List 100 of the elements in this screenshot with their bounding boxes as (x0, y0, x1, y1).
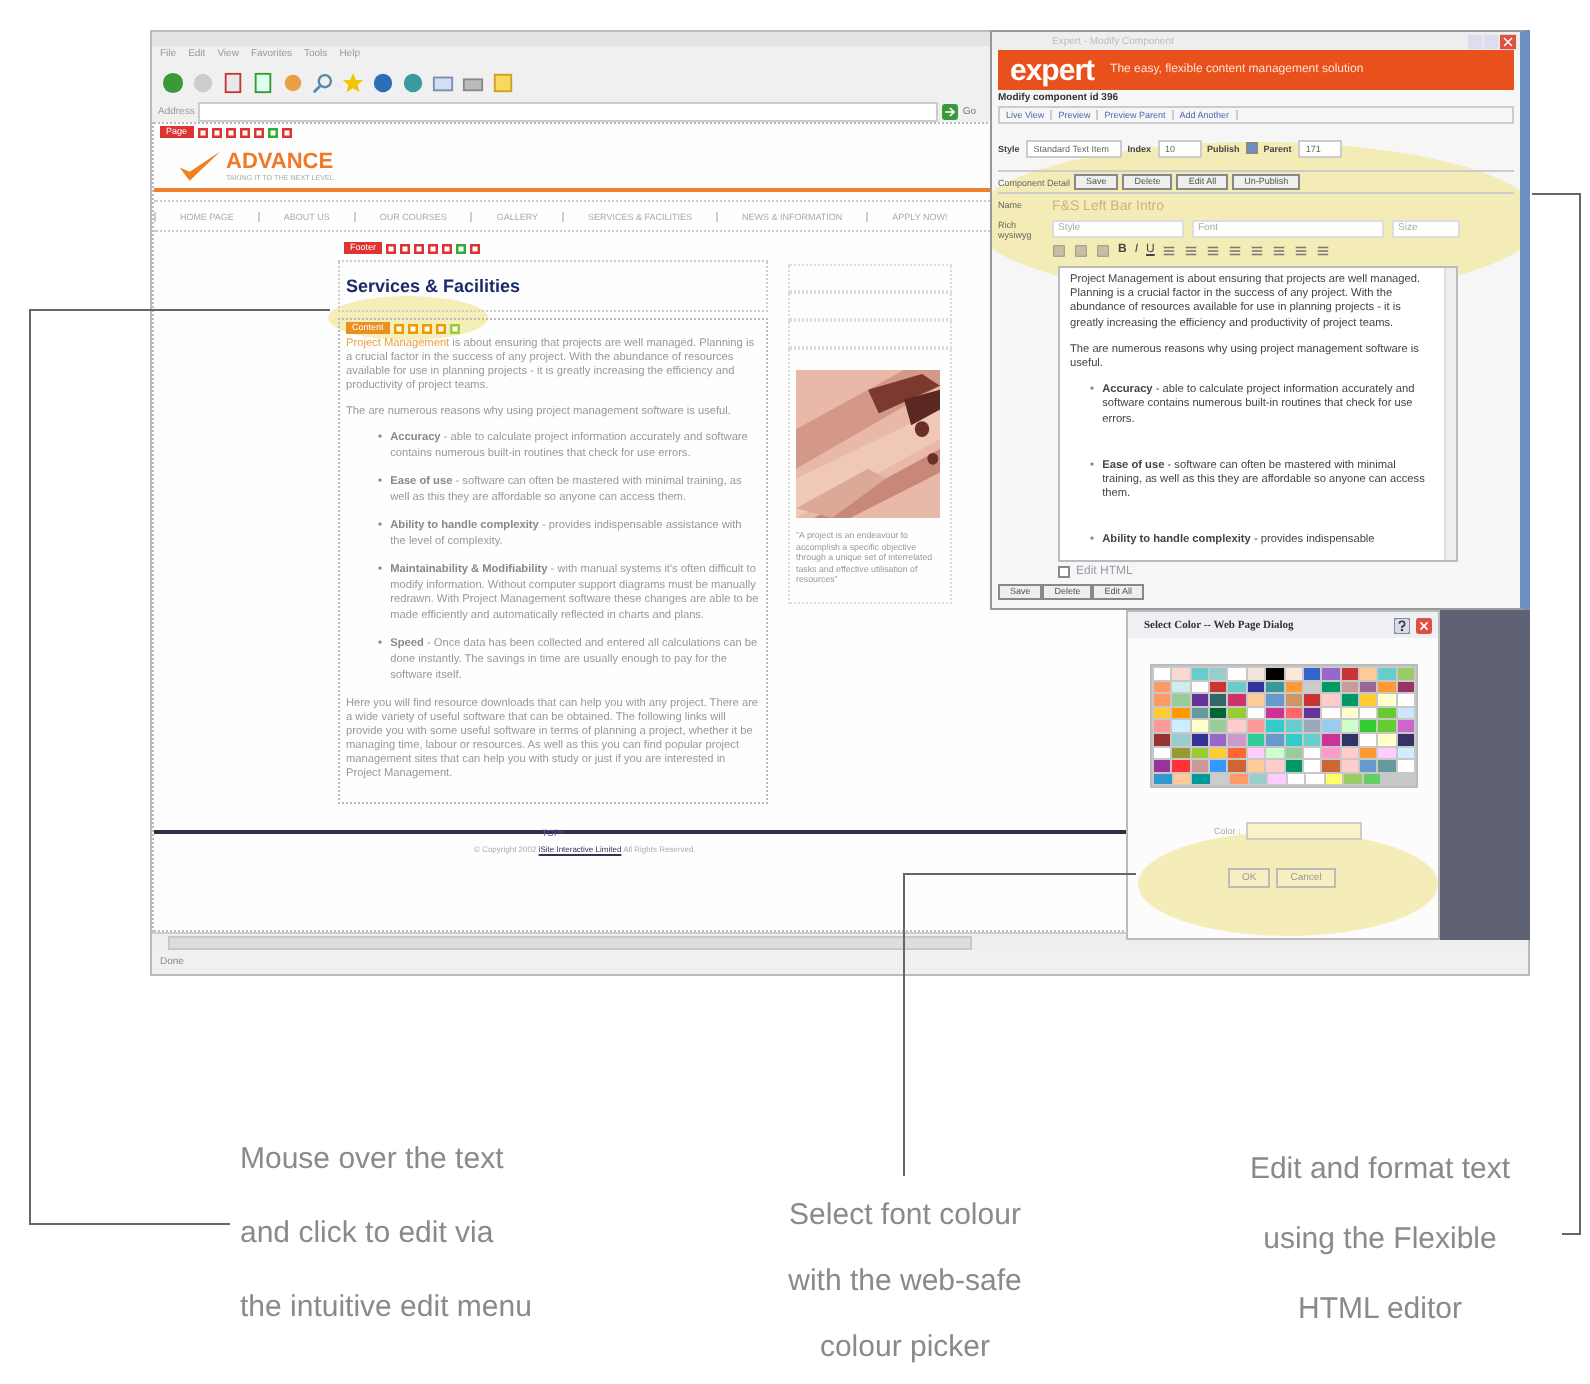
color-swatch[interactable] (1154, 773, 1171, 785)
edit-tool-icon[interactable] (470, 243, 481, 253)
color-swatch[interactable] (1397, 720, 1415, 732)
color-swatch[interactable] (1397, 681, 1415, 693)
color-swatch[interactable] (1154, 707, 1171, 719)
color-swatch[interactable] (1322, 760, 1340, 772)
color-swatch[interactable] (1172, 668, 1190, 680)
color-swatch[interactable] (1359, 733, 1377, 746)
edit-tool-icon[interactable] (225, 127, 236, 137)
color-swatch[interactable] (1266, 720, 1284, 732)
window-controls-icon[interactable] (1468, 33, 1516, 49)
edit-tool-icon[interactable] (253, 127, 264, 137)
color-field[interactable] (1246, 822, 1363, 841)
color-swatch[interactable] (1173, 773, 1190, 785)
color-swatch[interactable] (1287, 773, 1304, 785)
toolbar-icon[interactable] (1250, 244, 1265, 258)
edit-tool-icon[interactable] (414, 243, 425, 253)
color-swatch[interactable] (1266, 694, 1284, 706)
toolbar-icon[interactable] (1272, 244, 1287, 258)
color-swatch[interactable] (1341, 760, 1358, 772)
edit-tool-icon[interactable] (239, 127, 250, 137)
color-swatch[interactable] (1322, 707, 1340, 719)
color-swatch[interactable] (1359, 747, 1377, 759)
color-swatch[interactable] (1247, 668, 1265, 680)
color-swatch[interactable] (1268, 773, 1285, 785)
color-swatch[interactable] (1322, 681, 1340, 693)
color-swatch[interactable] (1191, 707, 1209, 719)
color-swatch[interactable] (1172, 720, 1190, 732)
color-swatch[interactable] (1210, 681, 1227, 693)
color-swatch[interactable] (1325, 773, 1342, 785)
color-swatch[interactable] (1191, 681, 1209, 693)
color-swatch[interactable] (1359, 694, 1377, 706)
address-field[interactable] (198, 101, 939, 121)
color-swatch[interactable] (1285, 747, 1302, 759)
color-swatch[interactable] (1210, 668, 1227, 680)
color-swatch[interactable] (1249, 773, 1266, 785)
color-swatch[interactable] (1228, 720, 1246, 732)
color-swatch[interactable] (1359, 760, 1377, 772)
color-swatch[interactable] (1341, 694, 1358, 706)
color-swatch[interactable] (1228, 733, 1246, 746)
color-swatch[interactable] (1378, 747, 1396, 759)
color-swatch[interactable] (1266, 681, 1284, 693)
color-swatch[interactable] (1247, 733, 1265, 746)
close-icon[interactable] (1416, 617, 1432, 633)
color-swatch[interactable] (1397, 707, 1415, 719)
color-swatch[interactable] (1247, 707, 1265, 719)
color-swatch[interactable] (1266, 733, 1284, 746)
vertical-scrollbar[interactable] (1444, 268, 1456, 560)
color-swatch[interactable] (1397, 733, 1415, 746)
color-swatch[interactable] (1303, 760, 1321, 772)
color-swatch[interactable] (1397, 694, 1415, 706)
color-swatch[interactable] (1154, 668, 1171, 680)
color-swatch[interactable] (1228, 668, 1246, 680)
color-swatch[interactable] (1228, 760, 1246, 772)
star-icon[interactable] (342, 71, 364, 93)
color-swatch[interactable] (1154, 681, 1171, 693)
color-swatch[interactable] (1210, 747, 1227, 759)
toolbar-icon[interactable] (1316, 244, 1331, 258)
toolbar-icon[interactable] (1206, 244, 1221, 258)
toolbar-icon[interactable] (1294, 244, 1309, 258)
color-swatch[interactable] (1359, 681, 1377, 693)
color-swatch[interactable] (1341, 668, 1358, 680)
color-swatch[interactable] (1210, 707, 1227, 719)
color-swatch[interactable] (1378, 720, 1396, 732)
color-swatch[interactable] (1266, 707, 1284, 719)
color-swatch[interactable] (1285, 681, 1302, 693)
color-swatch[interactable] (1303, 733, 1321, 746)
color-swatch[interactable] (1230, 773, 1247, 785)
edit-tool-icon[interactable] (435, 323, 446, 333)
color-swatch[interactable] (1322, 694, 1340, 706)
edit-tool-icon[interactable] (393, 323, 404, 333)
color-swatch[interactable] (1191, 720, 1209, 732)
color-swatch[interactable] (1228, 707, 1246, 719)
color-swatch[interactable] (1341, 707, 1358, 719)
toolbar-icon[interactable] (1184, 244, 1199, 258)
color-swatch[interactable] (1247, 747, 1265, 759)
edit-tool-icon[interactable] (428, 243, 439, 253)
rich-text-editor[interactable] (1058, 266, 1458, 562)
color-swatch[interactable] (1303, 681, 1321, 693)
color-swatch[interactable] (1303, 668, 1321, 680)
color-swatch[interactable] (1210, 694, 1227, 706)
color-swatch[interactable] (1285, 733, 1302, 746)
color-swatch[interactable] (1285, 694, 1302, 706)
color-swatch[interactable] (1378, 694, 1396, 706)
toolbar-icon[interactable] (1162, 244, 1177, 258)
go-arrow-icon[interactable] (942, 103, 959, 119)
toolbar-icon[interactable] (1228, 244, 1243, 258)
color-swatch[interactable] (1322, 668, 1340, 680)
envelope-icon[interactable] (432, 71, 454, 93)
edit-tool-icon[interactable] (442, 243, 453, 253)
color-swatch[interactable] (1397, 747, 1415, 759)
color-swatch[interactable] (1266, 668, 1284, 680)
color-swatch[interactable] (1306, 773, 1323, 785)
color-swatch[interactable] (1341, 681, 1358, 693)
color-swatch[interactable] (1359, 668, 1377, 680)
color-swatch[interactable] (1359, 720, 1377, 732)
edit-tool-icon[interactable] (456, 243, 467, 253)
color-swatch[interactable] (1303, 720, 1321, 732)
color-swatch[interactable] (1154, 760, 1171, 772)
color-swatch[interactable] (1322, 733, 1340, 746)
